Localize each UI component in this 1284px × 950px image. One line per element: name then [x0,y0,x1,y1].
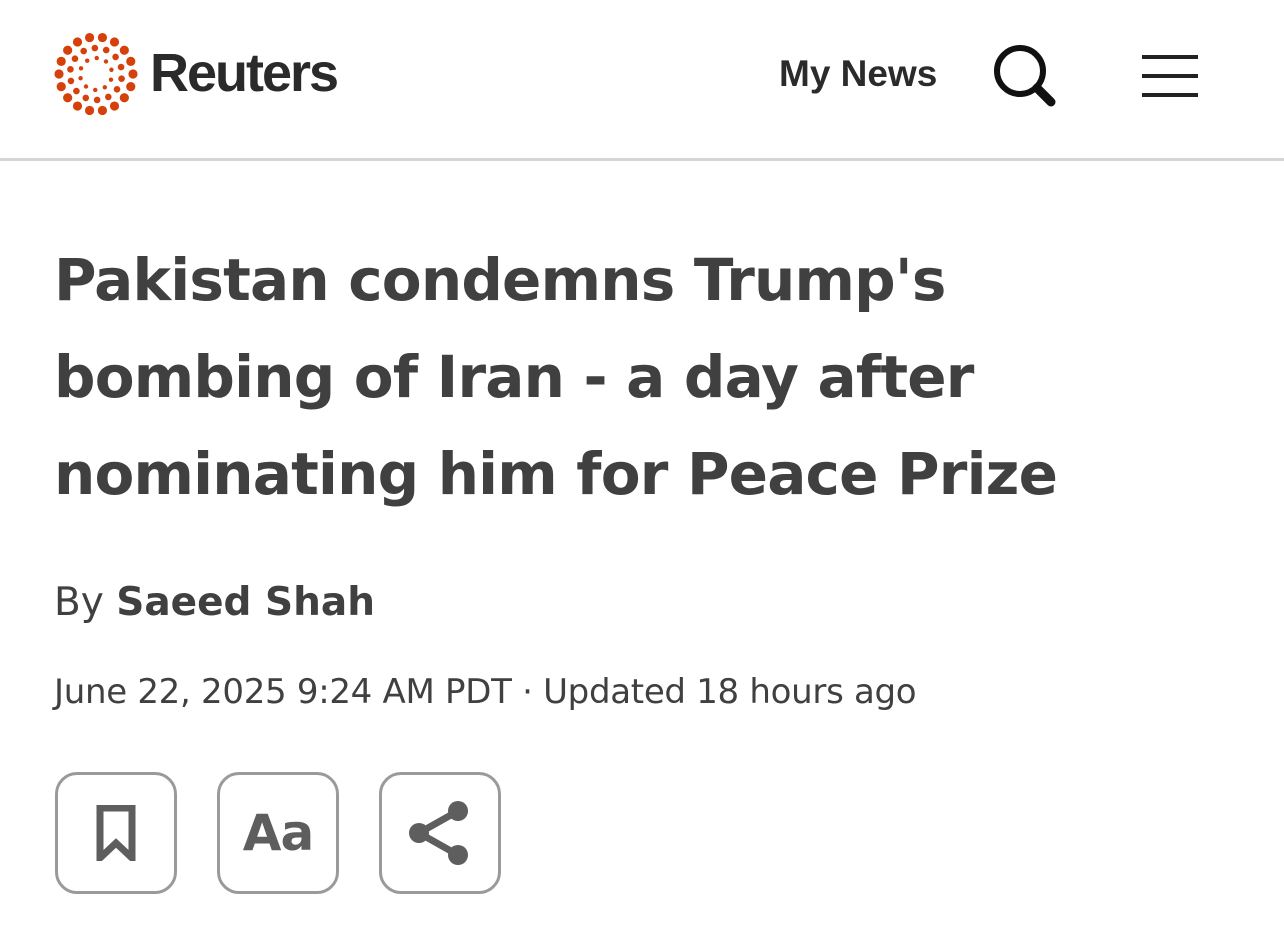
logo-dot [63,45,73,55]
logo-dot [78,66,84,71]
reuters-logo[interactable]: Reuters [54,32,339,116]
logo-dot [93,87,98,93]
logo-dot [82,94,90,102]
logo-dot [71,55,79,63]
logo-dot [128,69,138,79]
logo-dot [56,82,66,92]
logo-dot [109,67,114,72]
bookmark-icon [96,805,136,861]
font-size-button[interactable]: Aa [217,772,339,894]
share-icon [409,801,468,865]
font-size-label: Aa [242,804,314,862]
logo-dot [73,87,80,95]
logo-dot [80,47,87,55]
logo-dot [63,93,73,103]
logo-dot [67,77,75,85]
search-icon [994,45,1056,107]
logo-dot [109,37,120,47]
logo-dot [126,56,136,66]
menu-button[interactable] [1138,50,1202,102]
author-link[interactable]: Saeed Shah [116,580,375,625]
share-button[interactable] [379,772,501,894]
byline: By Saeed Shah [54,578,375,628]
logo-dot [84,105,95,116]
logo-dot [72,37,83,47]
logo-dot [109,101,120,111]
logo-dot [91,44,99,52]
logo-dot [67,66,74,73]
logo-dot [94,55,99,61]
logo-dot [56,56,66,66]
reuters-dot-ring-logo-icon [54,32,138,116]
logo-dot [119,93,129,103]
article-headline: Pakistan condemns Trump's bombing of Ira… [54,246,1058,508]
logo-dot [112,53,119,61]
logo-dot [102,85,107,90]
logo-dot [93,96,101,104]
logo-dot [72,101,83,111]
brand-name: Reuters [150,43,339,103]
logo-dot [78,76,83,81]
hamburger-menu-icon [1142,55,1198,97]
my-news-link[interactable]: My News [779,52,937,96]
logo-dot [83,84,89,89]
logo-dot [54,69,64,79]
logo-dot [118,75,125,82]
logo-dot [84,32,95,43]
logo-dot [105,93,112,101]
byline-prefix: By [54,580,104,625]
logo-dot [126,82,136,92]
logo-dot [85,58,90,63]
bookmark-button[interactable] [55,772,177,894]
logo-dot [117,63,125,71]
logo-dot [97,32,108,43]
logo-dot [103,59,109,64]
article-dateline: June 22, 2025 9:24 AM PDT · Updated 18 h… [54,672,917,712]
search-button[interactable] [990,42,1060,112]
logo-dot [102,46,110,54]
logo-dot [119,45,129,55]
site-header: Reuters My News [0,0,1284,161]
logo-dot [97,105,108,116]
logo-dot [113,85,121,93]
logo-dot [108,77,114,82]
